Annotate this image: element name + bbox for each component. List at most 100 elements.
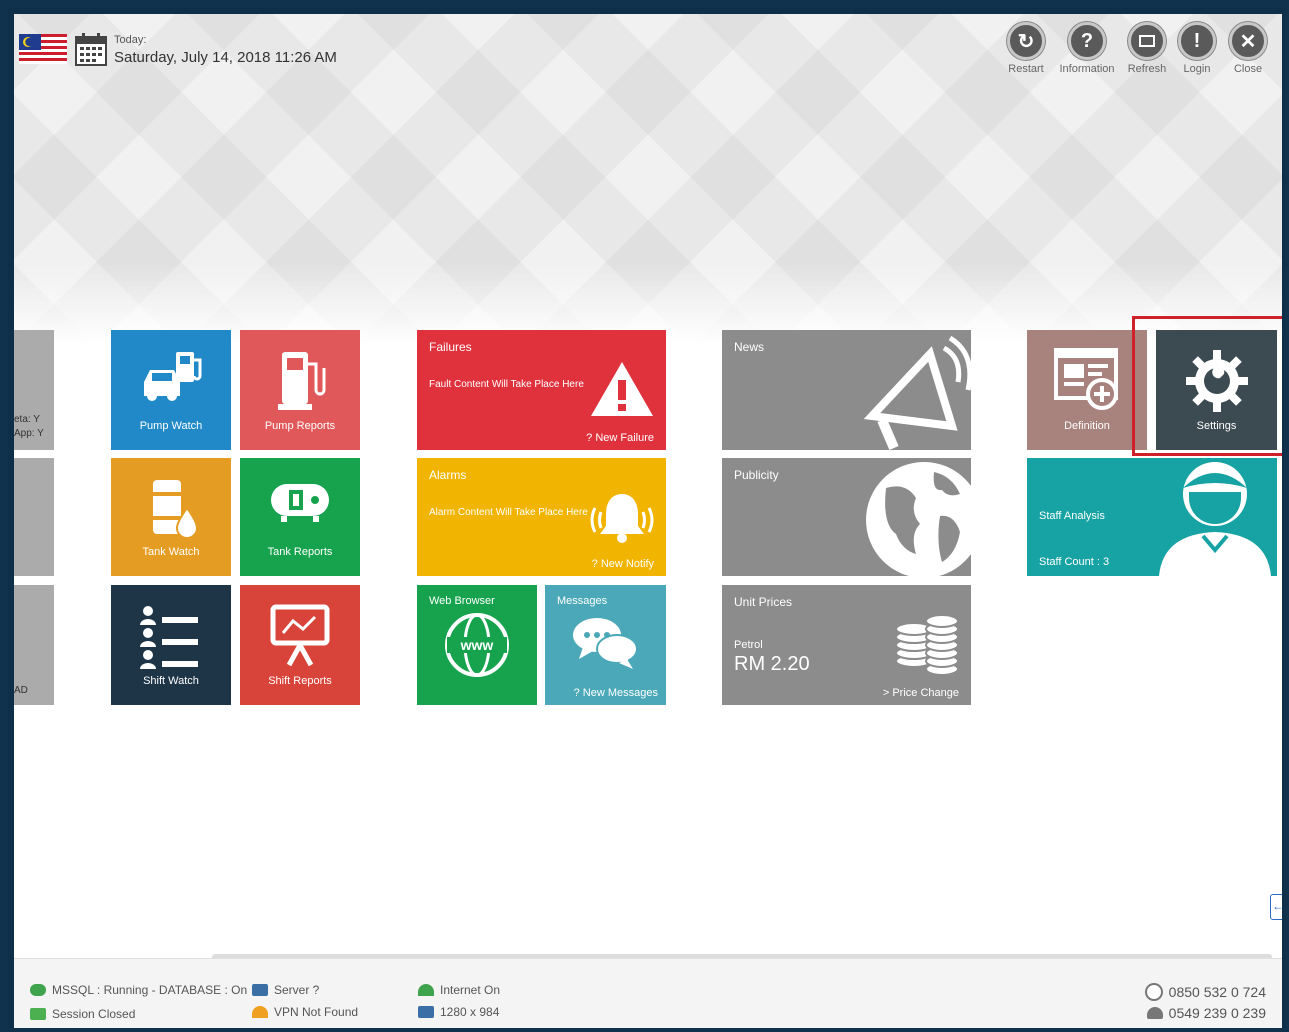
support-contact: 0549 239 0 239	[1146, 1005, 1266, 1021]
vpn-status-text: VPN Not Found	[274, 1005, 359, 1019]
today-label: Today:	[114, 34, 147, 46]
wifi-icon	[418, 984, 434, 996]
barrel-drop-icon	[151, 480, 199, 539]
phone-contact: 0850 532 0 724	[1144, 983, 1266, 1001]
partial-line-2: App: Y	[14, 428, 44, 439]
users-icon	[1146, 1007, 1163, 1019]
resolution-status: 1280 x 984	[418, 1005, 499, 1019]
bell-icon	[590, 494, 654, 543]
db-status-text: MSSQL : Running - DATABASE : On	[52, 983, 248, 997]
messages-title: Messages	[557, 595, 608, 607]
database-icon	[30, 984, 46, 996]
server-status-text: Server ?	[274, 983, 320, 997]
tile-tank-reports[interactable]: Tank Reports	[240, 458, 360, 576]
warning-icon	[591, 362, 653, 416]
globe-icon	[866, 462, 971, 576]
coins-stack-icon	[895, 614, 959, 676]
tile-staff-analysis[interactable]: Staff Analysis Staff Count : 3	[1027, 458, 1277, 576]
web-browser-title: Web Browser	[429, 595, 495, 607]
phone-icon	[1144, 983, 1163, 1001]
messages-footer[interactable]: ? New Messages	[574, 687, 658, 699]
chat-bubbles-icon	[573, 618, 638, 669]
tile-unit-prices[interactable]: Unit Prices Petrol RM 2.20 > Price Chang…	[722, 585, 971, 705]
publicity-title: Publicity	[734, 468, 779, 482]
tile-label-definition: Definition	[1064, 420, 1110, 432]
news-title: News	[734, 340, 765, 354]
tile-label-pump-reports: Pump Reports	[264, 420, 336, 432]
status-bar: MSSQL : Running - DATABASE : On Session …	[14, 958, 1282, 1028]
failures-text: Fault Content Will Take Place Here	[429, 379, 584, 390]
megaphone-icon	[863, 335, 971, 450]
internet-status: Internet On	[418, 983, 500, 997]
tile-messages[interactable]: Messages ? New Messages	[545, 585, 666, 705]
staff-analysis-title: Staff Analysis	[1039, 510, 1105, 522]
partial-line-3: AD	[14, 685, 28, 696]
alarms-title: Alarms	[429, 468, 467, 482]
staff-count: Staff Count : 3	[1039, 556, 1110, 568]
key-icon: !	[1178, 22, 1216, 60]
tile-alarms[interactable]: Alarms Alarm Content Will Take Place Her…	[417, 458, 666, 576]
close-button[interactable]: ✕ Close	[1218, 22, 1278, 75]
current-date-time: Saturday, July 14, 2018 11:26 AM	[114, 49, 337, 66]
close-icon: ✕	[1229, 22, 1267, 60]
tile-failures[interactable]: Failures Fault Content Will Take Place H…	[417, 330, 666, 450]
restart-label: Restart	[1008, 63, 1044, 75]
fuel-pump-icon	[278, 352, 326, 410]
unit-prices-title: Unit Prices	[734, 595, 793, 609]
session-status-text: Session Closed	[52, 1007, 136, 1021]
display-icon	[418, 1006, 434, 1018]
settings-highlight-box	[1132, 316, 1282, 456]
partial-tile-middle[interactable]	[14, 458, 54, 576]
session-status: Session Closed	[30, 1007, 135, 1021]
tile-label-shift-reports: Shift Reports	[268, 675, 332, 687]
tile-pump-watch[interactable]: Pump Watch	[111, 330, 231, 450]
pump-car-icon	[144, 352, 202, 401]
tile-label-pump-watch: Pump Watch	[139, 420, 203, 432]
window-icon	[1128, 22, 1166, 60]
restart-button[interactable]: ↻ Restart	[996, 22, 1056, 75]
db-status: MSSQL : Running - DATABASE : On	[30, 983, 247, 997]
fuel-type-label: Petrol	[734, 639, 763, 651]
tile-pump-reports[interactable]: Pump Reports	[240, 330, 360, 450]
partial-line-1: eta: Y	[14, 414, 40, 425]
tank-icon	[271, 484, 329, 522]
tile-publicity[interactable]: Publicity	[722, 458, 971, 576]
monitor-icon	[30, 1008, 46, 1020]
tile-label-shift-watch: Shift Watch	[143, 675, 199, 687]
main-screen: Today: Saturday, July 14, 2018 11:26 AM …	[14, 14, 1282, 1028]
window-add-icon	[1054, 348, 1118, 410]
tile-news[interactable]: News	[722, 330, 971, 450]
alarms-footer[interactable]: ? New Notify	[592, 558, 654, 570]
side-expand-tab[interactable]: ←	[1270, 894, 1282, 920]
tile-definition[interactable]: Definition	[1027, 330, 1147, 450]
malaysia-flag-icon[interactable]	[19, 34, 67, 64]
staff-list-icon	[140, 606, 198, 669]
partial-tile-top[interactable]: eta: Y App: Y	[14, 330, 54, 450]
tile-shift-reports[interactable]: Shift Reports	[240, 585, 360, 705]
support-number: 0549 239 0 239	[1168, 1005, 1266, 1021]
alarms-text: Alarm Content Will Take Place Here	[429, 507, 588, 518]
failures-title: Failures	[429, 340, 472, 354]
restart-icon: ↻	[1007, 22, 1045, 60]
svg-text:www: www	[460, 637, 494, 653]
resolution-text: 1280 x 984	[440, 1005, 500, 1019]
tile-label-tank-reports: Tank Reports	[267, 546, 333, 558]
price-change-link[interactable]: > Price Change	[883, 687, 959, 699]
tile-tank-watch[interactable]: Tank Watch	[111, 458, 231, 576]
calendar-icon	[75, 33, 107, 66]
server-icon	[252, 984, 268, 996]
phone-number: 0850 532 0 724	[1168, 984, 1266, 1000]
question-icon: ?	[1068, 22, 1106, 60]
staff-person-icon	[1159, 462, 1271, 576]
tile-web-browser[interactable]: Web Browser www	[417, 585, 537, 705]
information-label: Information	[1059, 63, 1115, 75]
globe-www-icon: www	[445, 613, 509, 677]
vpn-status: VPN Not Found	[252, 1005, 358, 1019]
internet-status-text: Internet On	[440, 983, 501, 997]
failures-footer[interactable]: ? New Failure	[586, 432, 654, 444]
arrow-left-icon: ←	[1272, 899, 1282, 913]
presentation-board-icon	[270, 604, 330, 667]
information-button[interactable]: ? Information	[1057, 22, 1117, 75]
partial-tile-bottom[interactable]: AD	[14, 585, 54, 705]
tile-shift-watch[interactable]: Shift Watch	[111, 585, 231, 705]
